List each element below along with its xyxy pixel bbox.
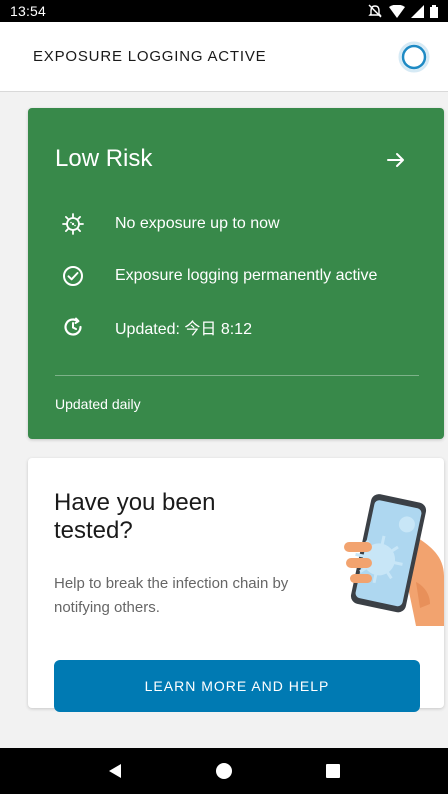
risk-row-text: No exposure up to now bbox=[115, 215, 280, 232]
tested-card: Have you been tested? Help to break the … bbox=[28, 458, 444, 712]
signal-icon bbox=[411, 4, 424, 18]
screen: 13:54 EXPOSURE LOGGING ACTIVE Low Risk N… bbox=[0, 0, 448, 794]
clock-refresh-icon bbox=[61, 315, 85, 339]
back-triangle-icon[interactable] bbox=[95, 751, 135, 791]
check-circle-icon bbox=[61, 264, 85, 288]
risk-row-text: Exposure logging permanently active bbox=[115, 267, 378, 284]
battery-icon bbox=[430, 4, 438, 18]
arrow-right-icon[interactable] bbox=[384, 148, 408, 172]
risk-row-exposure: No exposure up to now bbox=[61, 212, 280, 236]
phone-hand-illustration bbox=[344, 494, 444, 626]
status-icons bbox=[367, 4, 438, 18]
mute-icon bbox=[367, 4, 383, 18]
home-circle-icon[interactable] bbox=[204, 751, 244, 791]
recents-square-icon[interactable] bbox=[313, 751, 353, 791]
virus-icon bbox=[61, 212, 85, 236]
risk-divider bbox=[55, 375, 419, 376]
logging-status-indicator[interactable] bbox=[396, 39, 432, 75]
tested-body: Help to break the infection chain by not… bbox=[54, 575, 289, 616]
risk-row-text: Updated: 今日 8:12 bbox=[115, 321, 252, 338]
wifi-icon bbox=[389, 4, 405, 18]
risk-title: Low Risk bbox=[55, 145, 153, 172]
learn-more-button[interactable]: LEARN MORE AND HELP bbox=[54, 660, 420, 712]
app-bar: EXPOSURE LOGGING ACTIVE bbox=[0, 22, 448, 92]
app-title: EXPOSURE LOGGING ACTIVE bbox=[33, 48, 267, 65]
navigation-bar bbox=[0, 748, 448, 794]
tested-title: Have you been tested? bbox=[54, 489, 216, 544]
risk-footer: Updated daily bbox=[55, 396, 141, 412]
risk-row-logging: Exposure logging permanently active bbox=[61, 264, 377, 288]
risk-card[interactable]: Low Risk No exposure up to now Exposure … bbox=[28, 108, 444, 439]
status-bar: 13:54 bbox=[0, 0, 448, 22]
status-time: 13:54 bbox=[10, 3, 47, 19]
ring-icon bbox=[398, 41, 430, 72]
risk-row-updated: Updated: 今日 8:12 bbox=[61, 315, 252, 339]
